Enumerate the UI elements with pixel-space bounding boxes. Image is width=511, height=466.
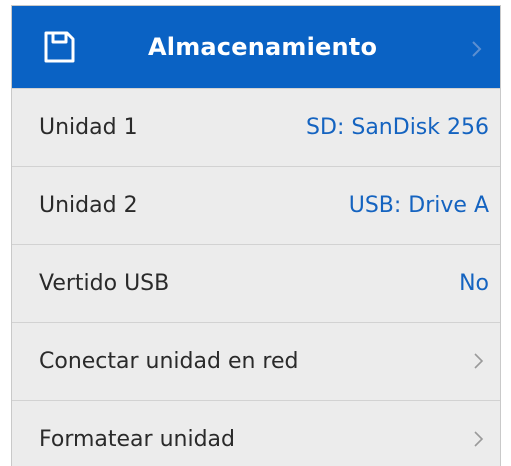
chevron-right-icon (474, 353, 484, 369)
storage-menu-header[interactable]: Almacenamiento (12, 6, 500, 88)
row-value: USB: Drive A (348, 193, 489, 218)
menu-row-unidad-2[interactable]: Unidad 2 USB: Drive A (12, 166, 500, 244)
row-value: No (459, 271, 489, 296)
page-title: Almacenamiento (148, 33, 378, 61)
menu-row-conectar-unidad-en-red[interactable]: Conectar unidad en red (12, 322, 500, 400)
storage-card-icon (44, 31, 75, 63)
chevron-right-icon (472, 41, 482, 57)
row-label: Conectar unidad en red (39, 349, 299, 374)
row-label: Unidad 2 (39, 193, 138, 218)
menu-row-unidad-1[interactable]: Unidad 1 SD: SanDisk 256 (12, 88, 500, 166)
row-label: Formatear unidad (39, 427, 235, 452)
row-label: Vertido USB (39, 271, 170, 296)
menu-row-formatear-unidad[interactable]: Formatear unidad (12, 400, 500, 466)
row-label: Unidad 1 (39, 115, 138, 140)
row-value: SD: SanDisk 256 (306, 115, 489, 140)
storage-menu-panel: Almacenamiento Unidad 1 SD: SanDisk 256 … (11, 5, 501, 466)
chevron-right-icon (474, 431, 484, 447)
menu-row-vertido-usb[interactable]: Vertido USB No (12, 244, 500, 322)
